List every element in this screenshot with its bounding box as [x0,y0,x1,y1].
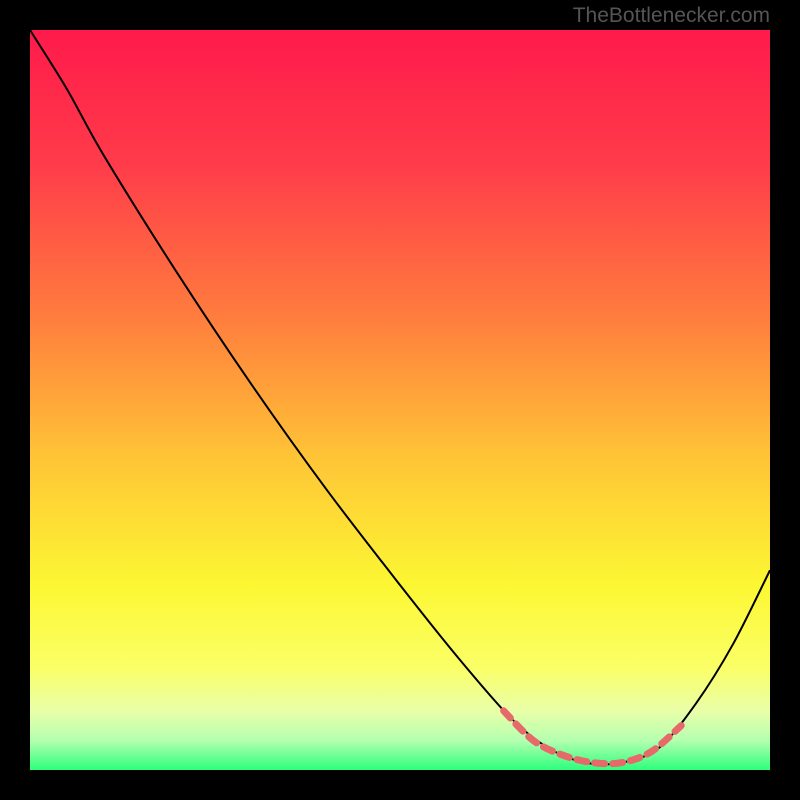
watermark-text: TheBottlenecker.com [573,4,770,28]
plot-area [30,30,770,770]
chart-svg [30,30,770,770]
gradient-bg [30,30,770,770]
chart-container: TheBottlenecker.com [0,0,800,800]
